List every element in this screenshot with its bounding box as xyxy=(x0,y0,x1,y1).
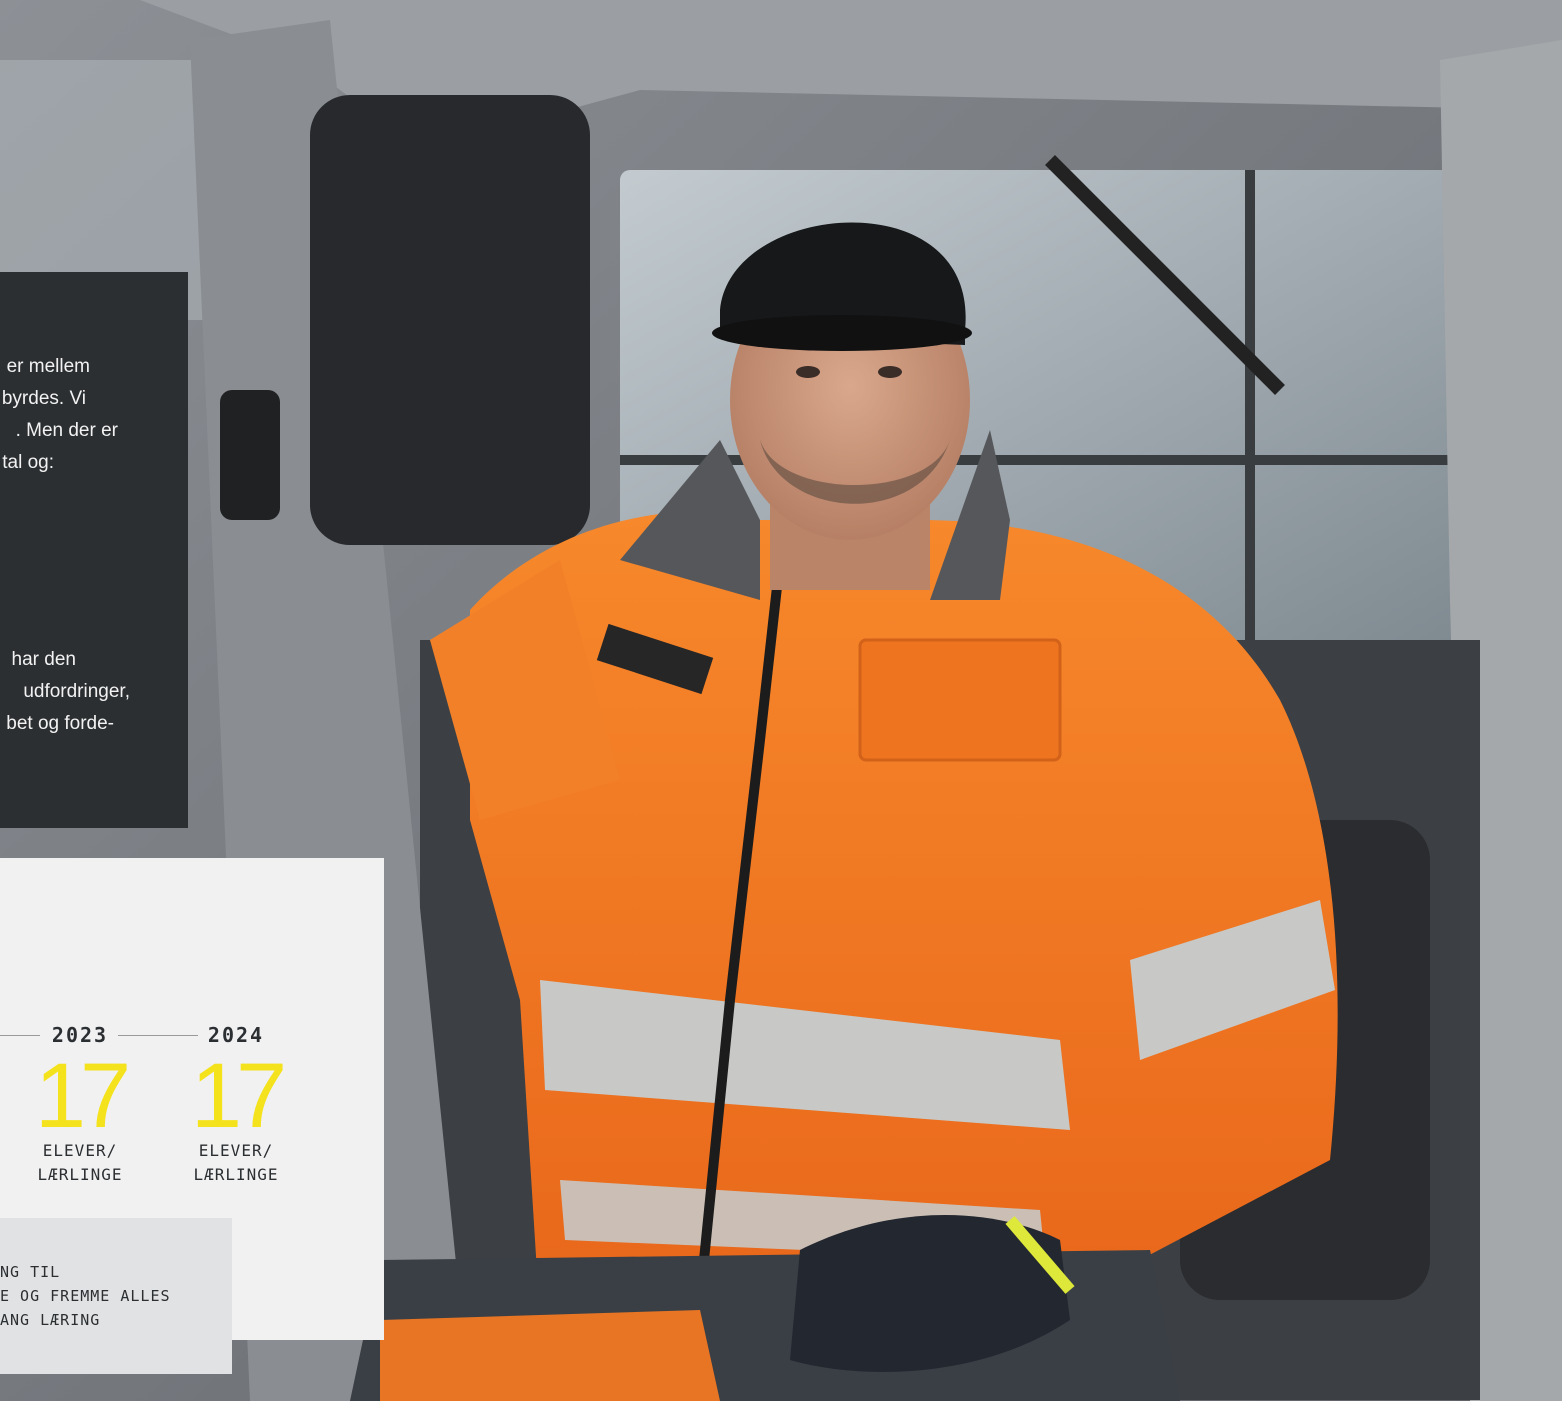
stat-label: LÆRLINGE xyxy=(37,1165,123,1184)
quote-box: NG TIL E OG FREMME ALLES ANG LÆRING xyxy=(0,1218,232,1374)
intro-line: tal og: xyxy=(2,452,54,473)
stat-label: ELEVER/ xyxy=(42,1141,118,1160)
stat-2024: 2024 17 ELEVER/ LÆRLINGE xyxy=(161,1023,311,1187)
intro-line: udfordringer, xyxy=(23,681,130,702)
stat-year: 2024 xyxy=(201,1023,271,1047)
intro-text-panel: er mellem byrdes. Vi . Men der er tal og… xyxy=(0,272,188,828)
stat-value: 17 xyxy=(190,1045,287,1147)
intro-line: er mellem xyxy=(6,356,90,377)
stat-label: ELEVER/ xyxy=(198,1141,274,1160)
intro-line: har den xyxy=(11,649,76,670)
intro-line: byrdes. Vi xyxy=(1,388,86,409)
stat-label: LÆRLINGE xyxy=(193,1165,279,1184)
quote-line: ANG LÆRING xyxy=(0,1311,101,1329)
intro-line: bet og forde- xyxy=(6,713,114,734)
quote-line: E OG FREMME ALLES xyxy=(0,1287,171,1305)
quote-line: NG TIL xyxy=(0,1263,61,1281)
stat-2023: 2023 17 ELEVER/ LÆRLINGE xyxy=(5,1023,155,1187)
stat-value: 17 xyxy=(34,1045,131,1147)
stat-year: 2023 xyxy=(45,1023,115,1047)
intro-line: . Men der er xyxy=(15,420,118,441)
